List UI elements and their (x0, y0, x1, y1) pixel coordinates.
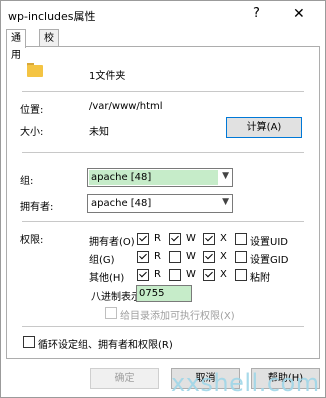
group-exec-checkbox[interactable] (203, 251, 215, 263)
group-label: 组: (20, 176, 34, 187)
exec-label: X (220, 251, 227, 262)
permissions-label: 权限: (20, 235, 44, 246)
setuid-checkbox[interactable] (235, 233, 247, 245)
help-title-button[interactable]: ? (253, 5, 260, 23)
sticky-checkbox[interactable] (235, 269, 247, 281)
recursive-checkbox[interactable] (23, 336, 35, 348)
read-label: R (154, 251, 161, 262)
watermark: xxshell.com (171, 369, 320, 397)
general-panel: 1文件夹 位置: /var/www/html 大小: 未知 计算(A) 组: a… (6, 46, 320, 359)
owner-read-checkbox[interactable] (137, 233, 149, 245)
read-label: R (154, 269, 161, 280)
perm-row-group-label: 组(G) (89, 255, 115, 266)
exec-only-label: 给目录添加可执行权限(X) (120, 311, 235, 322)
owner-select-value: apache [48] (89, 196, 218, 211)
close-button[interactable]: ✕ (293, 5, 305, 23)
exec-only-checkbox[interactable] (105, 307, 117, 319)
properties-dialog: wp-includes属性 ? ✕ 通用 校验码 1文件夹 位置: /var/w… (0, 0, 326, 398)
group-select[interactable]: apache [48] ▼ (87, 168, 233, 187)
divider (22, 152, 304, 153)
recursive-label: 循环设定组、拥有者和权限(R) (38, 340, 173, 351)
calculate-button[interactable]: 计算(A) (226, 117, 302, 138)
location-value: /var/www/html (89, 101, 163, 112)
size-value: 未知 (89, 127, 109, 138)
folder-name: 1文件夹 (89, 71, 126, 82)
tab-checksum[interactable]: 校验码 (39, 29, 59, 78)
ok-button[interactable]: 确定 (90, 368, 159, 389)
group-select-value: apache [48] (89, 170, 218, 185)
group-write-checkbox[interactable] (169, 251, 181, 263)
folder-icon (27, 63, 43, 77)
owner-select[interactable]: apache [48] ▼ (87, 194, 233, 213)
size-label: 大小: (20, 127, 44, 138)
write-label: W (186, 233, 196, 244)
write-label: W (186, 251, 196, 262)
divider (22, 91, 304, 92)
octal-label: 八进制表示 (91, 292, 141, 303)
chevron-down-icon: ▼ (222, 171, 229, 181)
exec-label: X (220, 269, 227, 280)
window-title: wp-includes属性 (8, 10, 96, 23)
divider (22, 326, 304, 327)
perm-row-owner-label: 拥有者(O) (89, 237, 135, 248)
owner-write-checkbox[interactable] (169, 233, 181, 245)
other-exec-checkbox[interactable] (203, 269, 215, 281)
other-read-checkbox[interactable] (137, 269, 149, 281)
write-label: W (186, 269, 196, 280)
octal-input[interactable]: 0755 (136, 285, 192, 302)
title-bar: wp-includes属性 ? ✕ (1, 1, 325, 29)
setuid-label: 设置UID (250, 237, 288, 248)
divider (22, 221, 304, 222)
read-label: R (154, 233, 161, 244)
sticky-label: 粘附 (250, 273, 270, 284)
perm-row-other-label: 其他(H) (89, 273, 125, 284)
owner-label: 拥有者: (20, 202, 54, 213)
exec-label: X (220, 233, 227, 244)
location-label: 位置: (20, 105, 44, 116)
setgid-label: 设置GID (250, 255, 289, 266)
setgid-checkbox[interactable] (235, 251, 247, 263)
other-write-checkbox[interactable] (169, 269, 181, 281)
owner-exec-checkbox[interactable] (203, 233, 215, 245)
tab-general[interactable]: 通用 (6, 29, 26, 61)
group-read-checkbox[interactable] (137, 251, 149, 263)
chevron-down-icon: ▼ (222, 197, 229, 207)
